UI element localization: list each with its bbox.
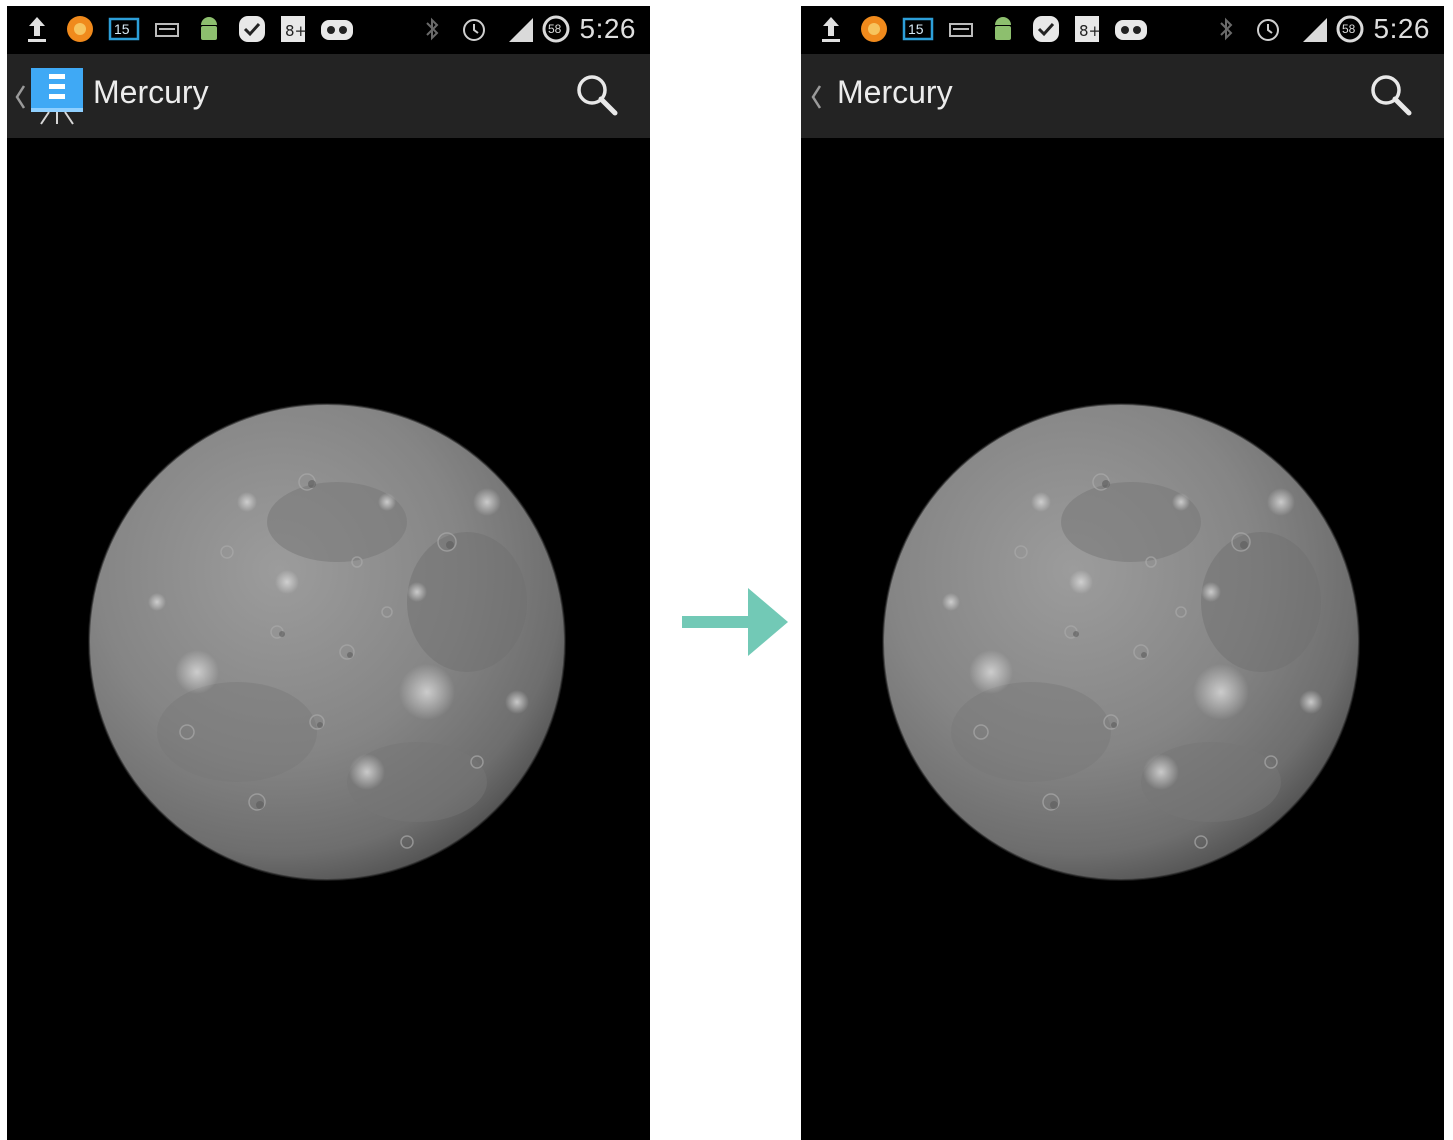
tasks-icon (239, 16, 265, 42)
clock: 5:26 (579, 13, 636, 44)
tasks-icon (1033, 16, 1059, 42)
status-bar: 15 8+ 58 5:26 (801, 6, 1444, 54)
firefox-icon (861, 16, 887, 42)
chevron-left-icon (15, 85, 26, 109)
search-icon[interactable] (1368, 72, 1414, 118)
mercury-planet-image (88, 403, 566, 881)
calendar-icon: 15 (107, 14, 141, 44)
content-area (7, 138, 650, 1140)
upload-icon (28, 17, 46, 42)
android-icon (201, 17, 217, 40)
mercury-planet-image (882, 403, 1360, 881)
calendar-badge: 15 (114, 21, 130, 37)
cyanogen-icon (321, 20, 353, 40)
google-plus-icon: 8+ (1075, 16, 1101, 42)
firefox-icon (67, 16, 93, 42)
svg-text:8+: 8+ (285, 22, 307, 40)
presentation-board-icon (31, 68, 83, 125)
page-title: Mercury (837, 74, 953, 110)
calendar-icon: 15 (901, 14, 935, 44)
alarm-icon (463, 19, 485, 41)
bluetooth-icon (426, 17, 439, 41)
phone-screen-after: 15 8+ 58 5:26 Mercury (801, 6, 1444, 1140)
right-arrow-icon (682, 588, 788, 656)
home-up-button[interactable] (7, 54, 91, 138)
battery-icon: 58 (541, 14, 571, 44)
upload-icon (822, 17, 840, 42)
page-title: Mercury (93, 74, 209, 110)
battery-level: 58 (1342, 22, 1356, 36)
android-icon (995, 17, 1011, 40)
bluetooth-icon (1220, 17, 1233, 41)
google-plus-icon: 8+ (281, 16, 307, 42)
battery-icon: 58 (1335, 14, 1365, 44)
signal-icon (1303, 18, 1327, 42)
home-up-button[interactable] (801, 54, 835, 138)
news-icon (155, 23, 179, 37)
content-area (801, 138, 1444, 1140)
calendar-badge: 15 (908, 21, 924, 37)
news-icon (949, 23, 973, 37)
search-icon[interactable] (574, 72, 620, 118)
signal-icon (509, 18, 533, 42)
action-bar: Mercury (801, 54, 1444, 138)
status-bar: 15 8+ 58 5:26 (7, 6, 650, 54)
alarm-icon (1257, 19, 1279, 41)
action-bar: Mercury (7, 54, 650, 138)
clock: 5:26 (1373, 13, 1430, 44)
chevron-left-icon (811, 85, 822, 109)
cyanogen-icon (1115, 20, 1147, 40)
svg-text:8+: 8+ (1079, 22, 1101, 40)
phone-screen-before: 15 8+ 58 5:26 Mercury (7, 6, 650, 1140)
battery-level: 58 (548, 22, 562, 36)
